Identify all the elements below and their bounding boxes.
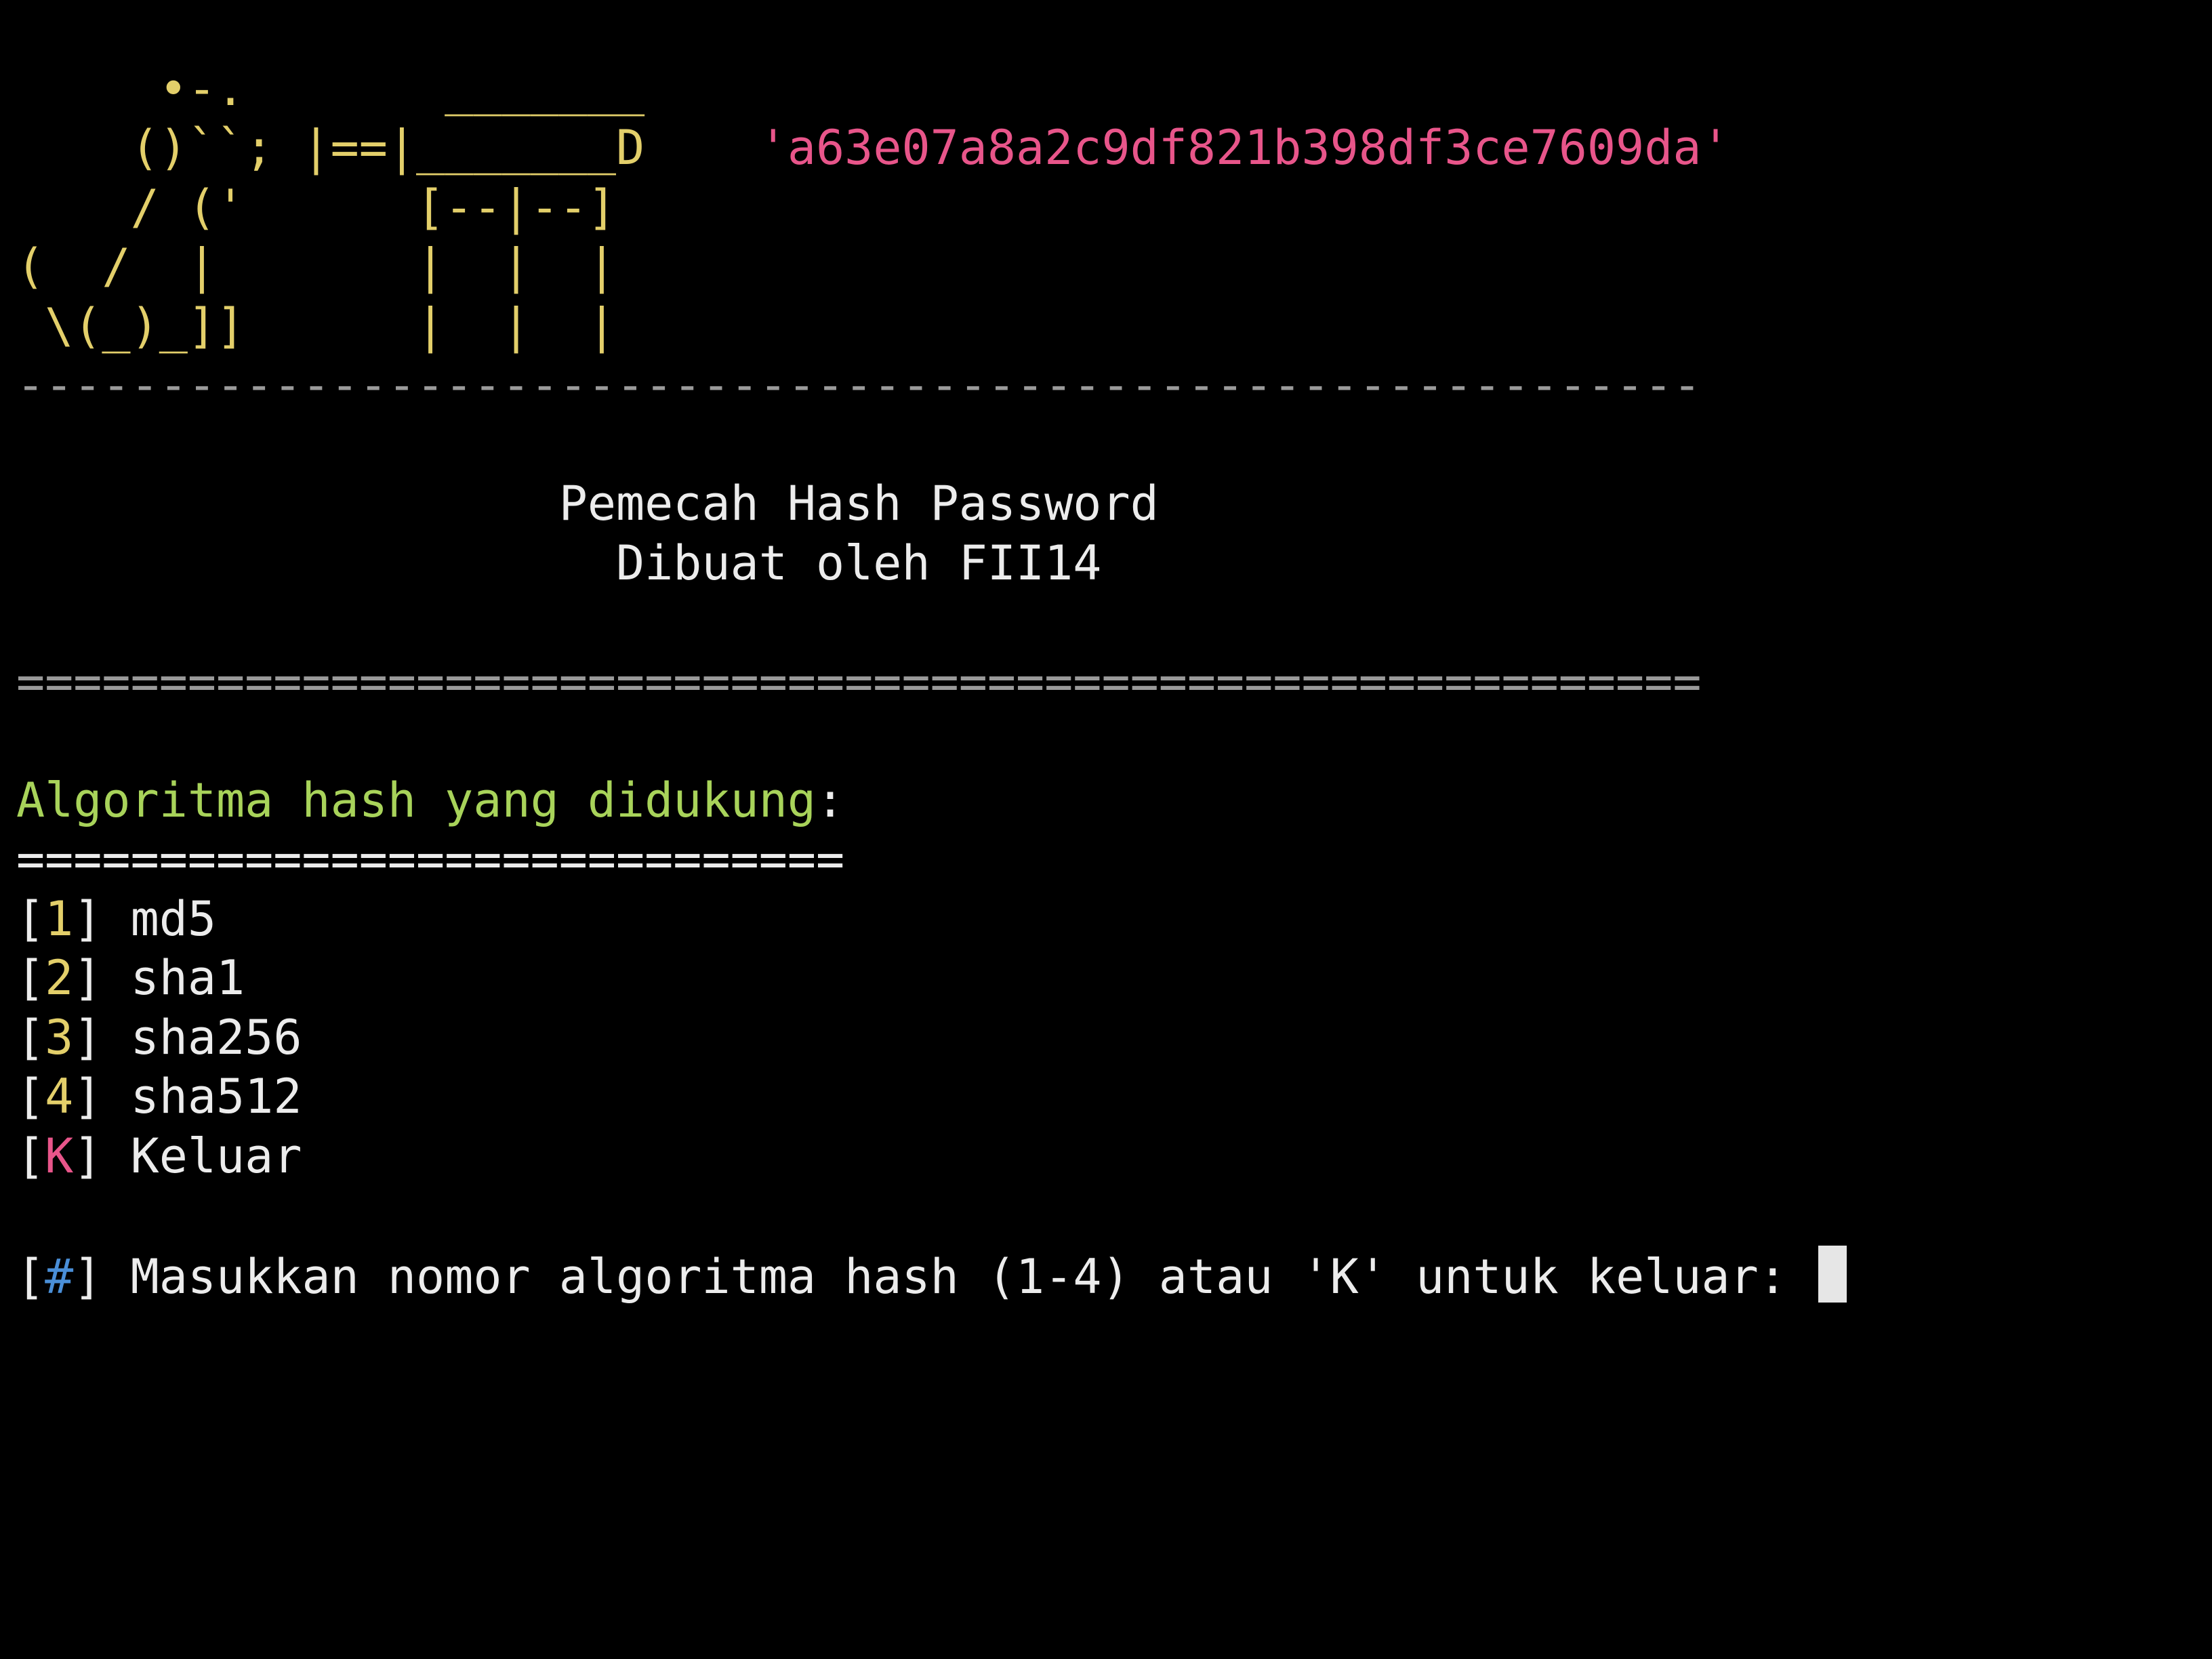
ascii-art-text: ()``; |==|_______D — [16, 120, 645, 176]
menu-label: sha256 — [130, 1009, 302, 1065]
app-title: Pemecah Hash Password — [16, 476, 1159, 531]
prompt-text: Masukkan nomor algoritma hash (1-4) atau… — [130, 1248, 1816, 1305]
equal-separator: ========================================… — [16, 653, 1702, 710]
menu-label: Keluar — [130, 1128, 302, 1184]
text-cursor[interactable] — [1818, 1245, 1847, 1303]
menu-key: 1 — [45, 890, 74, 947]
menu-label: md5 — [130, 890, 217, 947]
menu-item-sha256: [3] sha256 — [16, 1009, 302, 1065]
prompt-symbol: # — [45, 1248, 74, 1305]
menu-heading-colon: : — [816, 772, 845, 828]
terminal-window: •-. _______ ()``; |==|_______D 'a63e07a8… — [16, 0, 2196, 1659]
menu-heading-underline: ============================= — [16, 832, 845, 887]
menu-key: 2 — [45, 950, 74, 1006]
menu-item-sha1: [2] sha1 — [16, 950, 245, 1006]
ascii-art-line-5: \(_)_]] | | | — [16, 298, 617, 354]
menu-label: sha1 — [130, 950, 245, 1006]
dash-separator: ----------------------------------------… — [16, 357, 1702, 413]
menu-item-sha512: [4] sha512 — [16, 1069, 302, 1124]
hash-value: 'a63e07a8a2c9df821b398df3ce7609da' — [758, 120, 1730, 176]
menu-item-exit: [K] Keluar — [16, 1128, 302, 1184]
ascii-art-line-3: / (' [--|--] — [16, 179, 617, 235]
menu-item-md5: [1] md5 — [16, 890, 217, 947]
menu-heading: Algoritma hash yang didukung: — [16, 771, 2196, 831]
ascii-art-line-2: ()``; |==|_______D 'a63e07a8a2c9df821b39… — [16, 119, 2196, 178]
menu-key: 3 — [45, 1009, 74, 1065]
input-prompt[interactable]: [#] Masukkan nomor algoritma hash (1-4) … — [16, 1245, 2196, 1305]
menu-heading-text: Algoritma hash yang didukung — [16, 772, 817, 828]
ascii-art-line-1: •-. _______ — [16, 60, 645, 117]
menu-key: 4 — [45, 1069, 74, 1124]
menu-label: sha512 — [130, 1069, 302, 1124]
ascii-art-line-4: ( / | | | | — [16, 239, 617, 294]
menu-key: K — [45, 1128, 74, 1184]
app-author: Dibuat oleh FII14 — [16, 535, 1102, 591]
